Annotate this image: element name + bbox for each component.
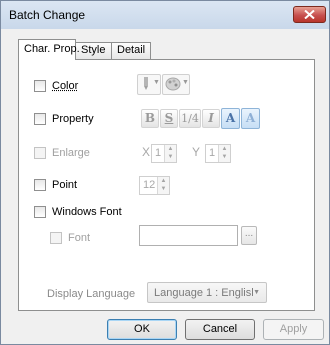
a-outline-button[interactable]: A [241, 108, 260, 129]
title-bar[interactable]: Batch Change [1, 1, 329, 29]
font-field[interactable] [139, 225, 238, 246]
windows-font-label: Windows Font [52, 206, 122, 218]
spin-down-icon[interactable]: ▼ [219, 153, 230, 161]
color-label: Color [52, 80, 79, 92]
pen-icon [144, 77, 148, 90]
point-value: 12 [143, 179, 156, 191]
char-prop-panel: Color ▼ ▼ Property B S 1/4 I A A Enlarge… [18, 59, 315, 311]
color-checkbox[interactable] [34, 80, 46, 92]
property-checkbox[interactable] [34, 113, 46, 125]
font-browse-button[interactable]: ... [241, 226, 257, 245]
enlarge-y-spinner[interactable]: 1 ▲ ▼ [205, 144, 231, 163]
window-title: Batch Change [9, 8, 86, 22]
chevron-down-icon: ▼ [253, 289, 260, 296]
spin-up-icon[interactable]: ▲ [219, 145, 230, 153]
spinner-arrows[interactable]: ▲ ▼ [164, 145, 176, 162]
enlarge-checkbox[interactable] [34, 147, 46, 159]
font-checkbox[interactable] [50, 232, 62, 244]
text-color-button[interactable]: ▼ [137, 74, 161, 95]
display-language-select[interactable]: Language 1 : Englisl ▼ [147, 282, 267, 303]
ok-button[interactable]: OK [107, 319, 177, 340]
enlarge-x-label: X [142, 145, 151, 159]
enlarge-x-value: 1 [155, 147, 162, 159]
chevron-down-icon: ▼ [182, 79, 189, 86]
close-icon [304, 10, 315, 19]
chevron-down-icon: ▼ [153, 79, 160, 86]
windows-font-checkbox[interactable] [34, 206, 46, 218]
bold-button[interactable]: B [141, 109, 159, 128]
display-language-value: Language 1 : Englisl [154, 287, 254, 299]
tab-style[interactable]: Style [75, 42, 112, 59]
cancel-button[interactable]: Cancel [185, 319, 255, 340]
palette-button[interactable]: ▼ [162, 74, 190, 95]
spin-down-icon[interactable]: ▼ [165, 153, 176, 161]
enlarge-label: Enlarge [52, 147, 90, 159]
point-checkbox[interactable] [34, 179, 46, 191]
spin-up-icon[interactable]: ▲ [158, 177, 169, 185]
enlarge-y-value: 1 [209, 147, 216, 159]
quarter-width-button[interactable]: 1/4 [179, 109, 201, 128]
spin-up-icon[interactable]: ▲ [165, 145, 176, 153]
tab-char-prop[interactable]: Char. Prop. [18, 39, 80, 60]
batch-change-dialog: Batch Change Char. Prop. Style Detail Co… [0, 0, 330, 345]
palette-icon [165, 77, 181, 91]
close-button[interactable] [293, 6, 326, 23]
enlarge-y-label: Y [192, 145, 201, 159]
italic-button[interactable]: I [202, 109, 220, 128]
enlarge-x-spinner[interactable]: 1 ▲ ▼ [151, 144, 177, 163]
tab-detail[interactable]: Detail [111, 42, 151, 59]
shadow-button[interactable]: S [160, 109, 178, 128]
spinner-arrows[interactable]: ▲ ▼ [218, 145, 230, 162]
display-language-label: Display Language [47, 288, 136, 300]
point-label: Point [52, 179, 78, 191]
a-light-button[interactable]: A [221, 108, 240, 129]
font-label: Font [68, 232, 91, 244]
point-spinner[interactable]: 12 ▲ ▼ [139, 176, 170, 195]
spin-down-icon[interactable]: ▼ [158, 185, 169, 193]
apply-button[interactable]: Apply [263, 319, 324, 340]
property-label: Property [52, 113, 94, 125]
spinner-arrows[interactable]: ▲ ▼ [157, 177, 169, 194]
